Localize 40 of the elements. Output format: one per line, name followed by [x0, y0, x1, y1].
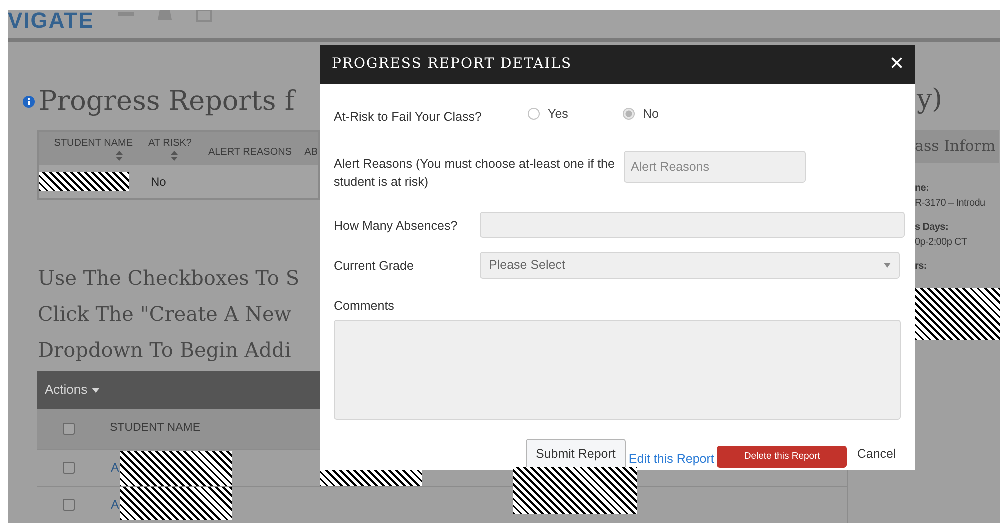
- field-label: At-Risk to Fail Your Class?: [334, 108, 483, 126]
- sort-icon: [171, 151, 178, 161]
- instruction-text: Use The Checkboxes To S: [38, 265, 300, 292]
- field-label: How Many Absences?: [334, 218, 459, 235]
- cancel-button[interactable]: Cancel: [857, 445, 896, 464]
- checkbox[interactable]: [63, 462, 75, 474]
- column-header[interactable]: STUDENT NAME: [39, 132, 133, 161]
- column-header[interactable]: ALERT REASONS: [192, 132, 292, 160]
- field-value: R-3170 – Introdu: [915, 197, 986, 211]
- column-header[interactable]: AT RISK?: [133, 132, 192, 161]
- panel-header: ass Inform: [915, 130, 999, 163]
- actions-dropdown[interactable]: Actions: [45, 380, 100, 400]
- field-label: Alert Reasons (You must choose at-least one if the student is at risk): [334, 156, 616, 192]
- student-link[interactable]: A: [111, 458, 120, 478]
- caret-icon: [884, 262, 891, 268]
- checkbox[interactable]: [63, 499, 75, 511]
- caret-icon: [92, 388, 100, 392]
- page-title: y): [917, 82, 944, 116]
- modal-title: PROGRESS REPORT DETAILS: [332, 54, 572, 74]
- table-cell-text: No: [151, 174, 166, 190]
- edit-link[interactable]: Edit this Report: [628, 450, 714, 469]
- field-label: Current Grade: [334, 258, 415, 274]
- instruction-text: Dropdown To Begin Addi: [38, 337, 292, 364]
- column-header[interactable]: STUDENT NAME: [110, 420, 201, 438]
- delete-button[interactable]: Delete this Report: [717, 446, 848, 468]
- student-link[interactable]: A: [111, 496, 120, 514]
- page-title: Progress Reports f: [39, 84, 295, 118]
- field-label: ne:: [915, 182, 930, 196]
- field-label: rs:: [915, 260, 928, 274]
- sort-icon: [116, 151, 123, 161]
- field-label: Comments: [334, 298, 394, 314]
- checkbox[interactable]: [63, 423, 75, 435]
- column-header[interactable]: AB: [292, 132, 318, 160]
- close-button[interactable]: ×: [890, 52, 904, 76]
- submit-button[interactable]: Submit Report: [526, 439, 626, 470]
- instruction-text: Click The "Create A New: [38, 301, 292, 328]
- field-value: 0p-2:00p CT: [915, 236, 968, 250]
- logo[interactable]: VIGATE: [8, 10, 94, 32]
- info-icon: [23, 96, 35, 108]
- field-label: s Days:: [915, 221, 950, 235]
